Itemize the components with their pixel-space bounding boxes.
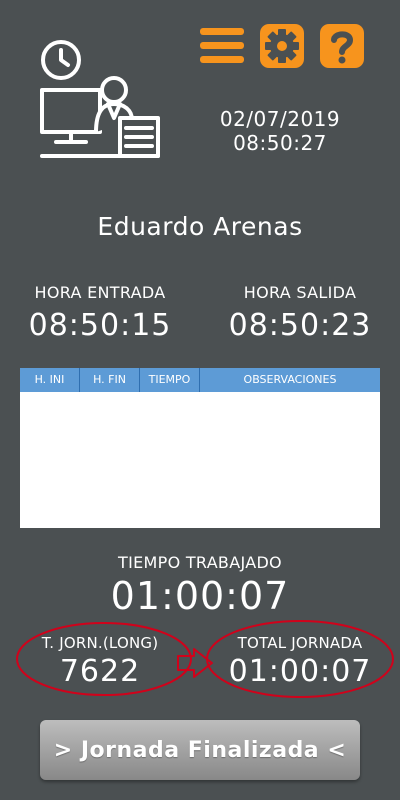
column-header-time: TIEMPO	[140, 368, 200, 392]
hamburger-menu-icon	[200, 28, 244, 63]
worked-time-value: 01:00:07	[110, 574, 290, 618]
menu-button[interactable]	[200, 24, 244, 68]
shift-total-label: TOTAL JORNADA	[237, 634, 363, 652]
exit-time-label: HORA SALIDA	[243, 283, 357, 302]
shift-long-block: T. JORN.(LONG) 7622	[12, 634, 188, 689]
time-entries-table[interactable]: H. INI H. FIN TIEMPO OBSERVACIONES	[20, 368, 380, 528]
exit-time-block: HORA SALIDA 08:50:23	[215, 283, 385, 343]
user-name: Eduardo Arenas	[97, 212, 303, 241]
current-datetime: 02/07/2019 08:50:27	[200, 107, 360, 155]
current-time: 08:50:27	[233, 131, 327, 155]
worked-time-block: TIEMPO TRABAJADO 01:00:07	[0, 553, 400, 618]
shift-total-value: 01:00:07	[228, 654, 372, 689]
worker-clock-icon	[38, 38, 162, 162]
shift-long-label: T. JORN.(LONG)	[41, 634, 159, 652]
column-header-start: H. INI	[20, 368, 80, 392]
help-button[interactable]	[320, 24, 364, 68]
settings-button[interactable]	[260, 24, 304, 68]
column-header-observations: OBSERVACIONES	[243, 373, 337, 386]
table-header: H. INI H. FIN TIEMPO OBSERVACIONES	[20, 368, 380, 392]
entry-time-block: HORA ENTRADA 08:50:15	[15, 283, 185, 343]
help-question-icon	[320, 24, 364, 68]
current-date: 02/07/2019	[219, 107, 341, 131]
column-header-end: H. FIN	[80, 368, 140, 392]
worked-time-label: TIEMPO TRABAJADO	[118, 553, 282, 572]
gear-icon	[260, 24, 304, 68]
entry-time-label: HORA ENTRADA	[34, 283, 166, 302]
entry-time-value: 08:50:15	[28, 308, 172, 343]
exit-time-value: 08:50:23	[228, 308, 372, 343]
finish-shift-button[interactable]: > Jornada Finalizada <	[40, 720, 360, 780]
shift-long-value: 7622	[59, 654, 141, 689]
shift-total-block: TOTAL JORNADA 01:00:07	[212, 634, 388, 689]
